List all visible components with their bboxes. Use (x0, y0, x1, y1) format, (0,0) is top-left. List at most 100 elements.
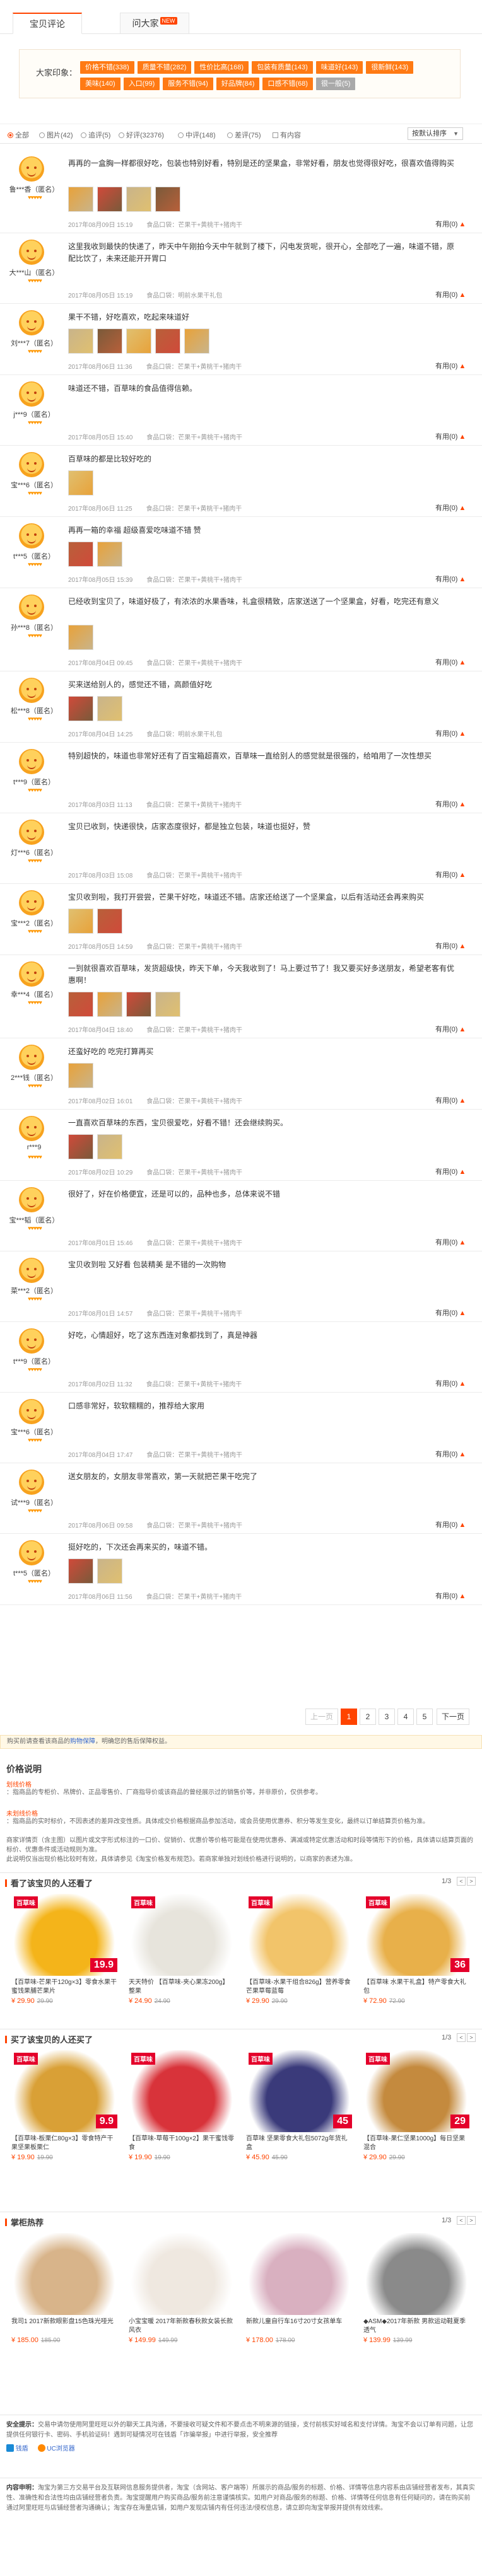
review-photo-thumbnail[interactable] (126, 187, 151, 212)
product-card[interactable]: 百草味 45 百草味 坚果零食大礼包5072g年货礼盒 ¥ 45.90 45.90 (246, 2050, 352, 2161)
next-arrow-icon[interactable]: > (467, 1877, 476, 1886)
page-button[interactable]: 2 (360, 1709, 376, 1725)
review-photo-thumbnail[interactable] (68, 1558, 93, 1584)
useful-button[interactable]: 有用(0) ▲ (435, 728, 466, 738)
review-photo-thumbnail[interactable] (155, 187, 180, 212)
useful-button[interactable]: 有用(0) ▲ (435, 941, 466, 951)
product-image[interactable]: 百草味 9.9 (11, 2050, 117, 2132)
review-photo-thumbnail[interactable] (184, 328, 209, 354)
product-card[interactable]: 百草味 【百草味-水果干组合826g】营养零食芒果草莓蓝莓 ¥ 29.90 29.90 (246, 1894, 352, 2005)
product-name[interactable]: 【百草味-草莓干100g×2】果干蜜饯零食 (129, 2135, 235, 2152)
product-card[interactable]: 百草味 【百草味-草莓干100g×2】果干蜜饯零食 ¥ 19.90 19.90 (129, 2050, 235, 2161)
product-card[interactable]: 新款儿童自行车16寸20寸女孩单车 ¥ 178.00 178.00 (246, 2233, 352, 2344)
filter-mid[interactable]: 中评(148) (178, 130, 216, 140)
impression-chip[interactable]: 包装有质量(143) (252, 61, 313, 74)
useful-button[interactable]: 有用(0) ▲ (435, 1024, 466, 1034)
filter-pic[interactable]: 图片(42) (39, 130, 73, 140)
product-name[interactable]: 【百草味-芒果干120g×3】零食水果干蜜饯果脯芒果片 (11, 1978, 117, 1996)
product-name[interactable]: 小宝宝暖 2017年新款春秋款女装长款风衣 (129, 2318, 235, 2335)
useful-button[interactable]: 有用(0) ▲ (435, 1449, 466, 1459)
product-name[interactable]: 【百草味-果仁坚果1000g】每日坚果混合 (363, 2135, 469, 2152)
useful-button[interactable]: 有用(0) ▲ (435, 1308, 466, 1318)
next-page-button[interactable]: 下一页 (437, 1709, 469, 1725)
useful-button[interactable]: 有用(0) ▲ (435, 869, 466, 879)
product-image[interactable] (246, 2233, 352, 2315)
filter-append[interactable]: 追评(5) (81, 130, 110, 140)
review-photo-thumbnail[interactable] (68, 187, 93, 212)
product-image[interactable]: 百草味 45 (246, 2050, 352, 2132)
useful-button[interactable]: 有用(0) ▲ (435, 1591, 466, 1601)
product-name[interactable]: 我司1 2017新款眼影盘15色珠光哑光 (11, 2318, 117, 2335)
product-name[interactable]: 百草味 坚果零食大礼包5072g年货礼盒 (246, 2135, 352, 2152)
product-image[interactable] (11, 2233, 117, 2315)
page-button[interactable]: 1 (341, 1709, 357, 1725)
product-name[interactable]: 天天特价 【百草味-夹心果冻200g】整果 (129, 1978, 235, 1996)
next-arrow-icon[interactable]: > (467, 2216, 476, 2225)
product-image[interactable] (363, 2233, 469, 2315)
useful-button[interactable]: 有用(0) ▲ (435, 1519, 466, 1529)
product-image[interactable]: 百草味 (129, 2050, 235, 2132)
impression-chip[interactable]: 价格不错(338) (80, 61, 134, 74)
useful-button[interactable]: 有用(0) ▲ (435, 657, 466, 667)
review-photo-thumbnail[interactable] (155, 328, 180, 354)
review-photo-thumbnail[interactable] (68, 470, 93, 496)
review-photo-thumbnail[interactable] (68, 328, 93, 354)
app-link-qiandun[interactable]: 钱盾 (16, 2445, 28, 2452)
tab-ask[interactable]: 问大家 NEW (120, 13, 189, 34)
product-name[interactable]: 【百草味-水果干组合826g】营养零食芒果草莓蓝莓 (246, 1978, 352, 1996)
review-photo-thumbnail[interactable] (68, 696, 93, 721)
product-card[interactable]: 百草味 36 【百草味 水果干礼盒】特产零食大礼包 ¥ 72.90 72.90 (363, 1894, 469, 2005)
product-name[interactable]: 【百草味-板栗仁80g×3】零食特产干果坚果板栗仁 (11, 2135, 117, 2152)
review-photo-thumbnail[interactable] (68, 1134, 93, 1159)
review-photo-thumbnail[interactable] (97, 908, 122, 934)
product-card[interactable]: 小宝宝暖 2017年新款春秋款女装长款风衣 ¥ 149.99 149.99 (129, 2233, 235, 2344)
review-photo-thumbnail[interactable] (97, 1558, 122, 1584)
product-name[interactable]: 【百草味 水果干礼盒】特产零食大礼包 (363, 1978, 469, 1996)
review-photo-thumbnail[interactable] (97, 1134, 122, 1159)
useful-button[interactable]: 有用(0) ▲ (435, 799, 466, 809)
sort-select[interactable]: 按默认排序 ▼ (408, 127, 463, 140)
useful-button[interactable]: 有用(0) ▲ (435, 219, 466, 229)
review-photo-thumbnail[interactable] (126, 328, 151, 354)
filter-has-content[interactable]: 有内容 (273, 130, 301, 140)
useful-button[interactable]: 有用(0) ▲ (435, 1095, 466, 1105)
review-photo-thumbnail[interactable] (97, 328, 122, 354)
product-image[interactable]: 百草味 (246, 1894, 352, 1976)
tab-reviews[interactable]: 宝贝评论 (13, 13, 82, 34)
impression-chip[interactable]: 性价比高(168) (194, 61, 249, 74)
app-link-uc[interactable]: UC浏览器 (47, 2445, 74, 2452)
review-photo-thumbnail[interactable] (97, 992, 122, 1017)
prev-arrow-icon[interactable]: < (457, 2216, 466, 2225)
impression-chip[interactable]: 质量不错(282) (137, 61, 192, 74)
review-photo-thumbnail[interactable] (97, 187, 122, 212)
next-arrow-icon[interactable]: > (467, 2033, 476, 2042)
prev-page-button[interactable]: 上一页 (305, 1709, 338, 1725)
product-card[interactable]: 百草味 29 【百草味-果仁坚果1000g】每日坚果混合 ¥ 29.90 29.90 (363, 2050, 469, 2161)
page-button[interactable]: 4 (397, 1709, 414, 1725)
useful-button[interactable]: 有用(0) ▲ (435, 431, 466, 441)
review-photo-thumbnail[interactable] (155, 992, 180, 1017)
product-card[interactable]: 百草味 19.9 【百草味-芒果干120g×3】零食水果干蜜饯果脯芒果片 ¥ 29.9… (11, 1894, 117, 2005)
product-name[interactable]: 新款儿童自行车16寸20寸女孩单车 (246, 2318, 352, 2335)
impression-chip[interactable]: 口感不错(68) (262, 78, 313, 90)
impression-chip[interactable]: 美味(140) (80, 78, 120, 90)
product-image[interactable] (129, 2233, 235, 2315)
useful-button[interactable]: 有用(0) ▲ (435, 289, 466, 299)
product-image[interactable]: 百草味 (129, 1894, 235, 1976)
useful-button[interactable]: 有用(0) ▲ (435, 1378, 466, 1388)
filter-all[interactable]: 全部 (8, 130, 29, 140)
prev-arrow-icon[interactable]: < (457, 2033, 466, 2042)
useful-button[interactable]: 有用(0) ▲ (435, 574, 466, 584)
review-photo-thumbnail[interactable] (68, 1063, 93, 1088)
review-photo-thumbnail[interactable] (68, 625, 93, 650)
review-photo-thumbnail[interactable] (68, 992, 93, 1017)
review-photo-thumbnail[interactable] (97, 696, 122, 721)
product-image[interactable]: 百草味 29 (363, 2050, 469, 2132)
useful-button[interactable]: 有用(0) ▲ (435, 1166, 466, 1176)
page-button[interactable]: 3 (379, 1709, 395, 1725)
filter-good[interactable]: 好评(32376) (119, 130, 164, 140)
product-name[interactable]: ◆ASM◆2017年新款 男款运动鞋夏季透气 (363, 2318, 469, 2335)
impression-chip[interactable]: 很新鲜(143) (366, 61, 414, 74)
product-card[interactable]: 百草味 9.9 【百草味-板栗仁80g×3】零食特产干果坚果板栗仁 ¥ 19.90 19… (11, 2050, 117, 2161)
impression-chip[interactable]: 很一般(5) (315, 78, 356, 90)
